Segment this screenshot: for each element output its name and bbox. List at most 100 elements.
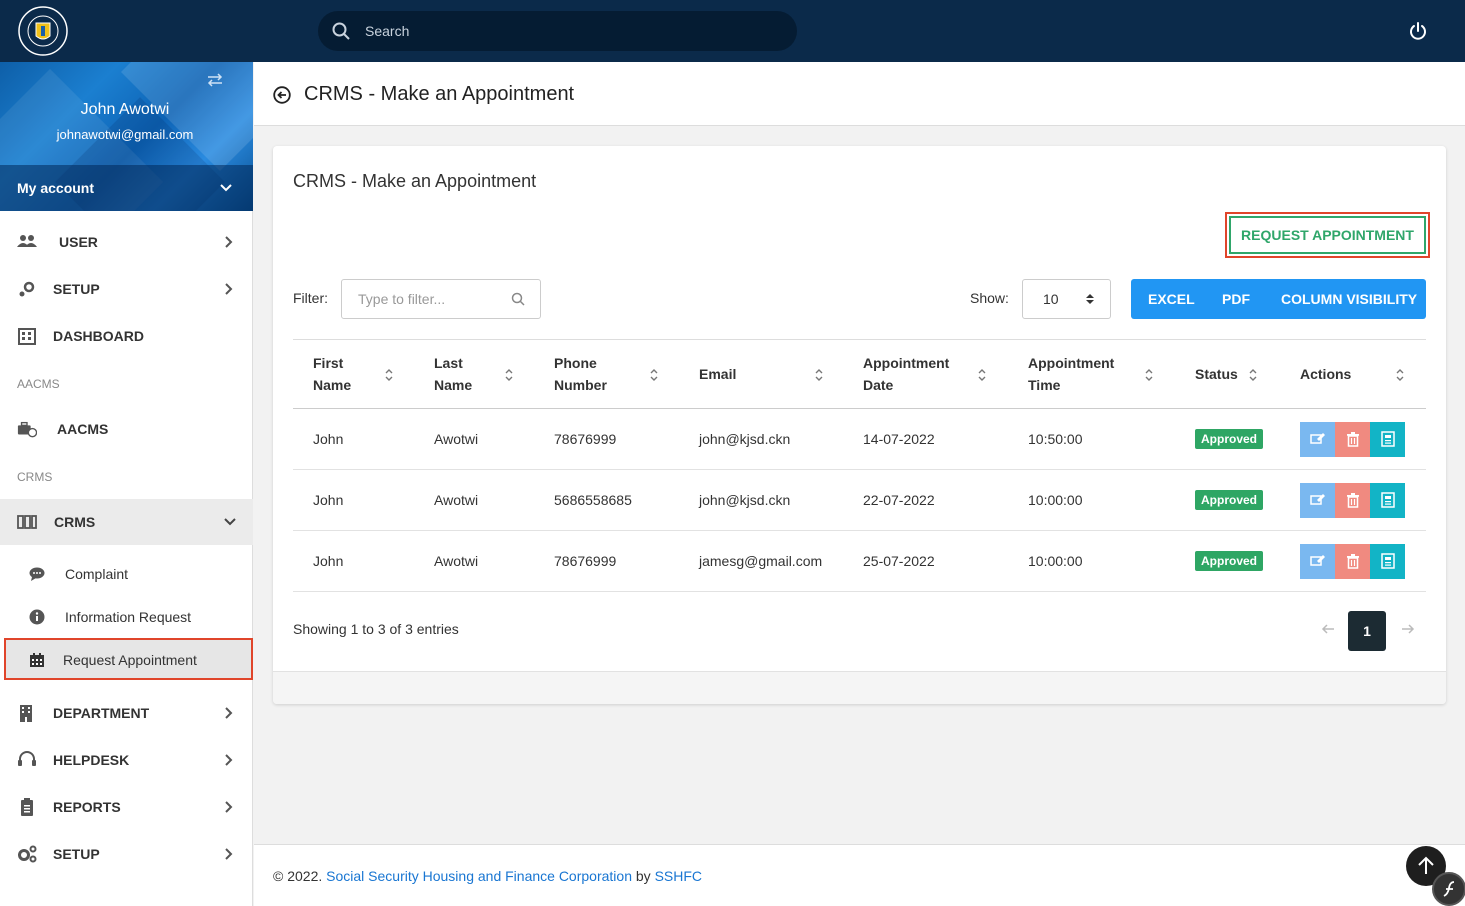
delete-button[interactable] xyxy=(1335,421,1370,457)
sidebar-sub-request-appointment[interactable]: Request Appointment xyxy=(4,638,253,680)
building-icon xyxy=(18,328,36,345)
column-header-first-name[interactable]: First Name xyxy=(293,339,414,409)
sidebar-item-helpdesk[interactable]: HELPDESK xyxy=(0,737,253,783)
header-line: Last xyxy=(434,355,463,371)
trash-icon xyxy=(1346,554,1359,569)
header-line: Appointment xyxy=(863,355,950,371)
sidebar-item-aacms[interactable]: AACMS xyxy=(0,406,253,452)
sidebar-item-label: DEPARTMENT xyxy=(53,705,150,721)
cell-first-name: John xyxy=(293,469,414,531)
sidebar-sub-label: Request Appointment xyxy=(63,652,197,668)
page-title: CRMS - Make an Appointment xyxy=(304,83,575,105)
sidebar-item-label: CRMS xyxy=(54,514,96,530)
sidebar-item-label: DASHBOARD xyxy=(53,328,144,344)
back-arrow-icon[interactable] xyxy=(273,86,291,104)
sidebar-item-dashboard[interactable]: DASHBOARD xyxy=(0,313,253,359)
cell-email: john@kjsd.ckn xyxy=(679,469,843,531)
status-badge: Approved xyxy=(1195,490,1264,510)
header-line: Appointment xyxy=(1028,355,1115,371)
table-row: John Awotwi 78676999 jamesg@gmail.com 25… xyxy=(293,530,1426,592)
brand-link[interactable]: SSHFC xyxy=(655,868,702,884)
info-icon xyxy=(29,609,45,625)
sidebar: John Awotwi johnawotwi@gmail.com My acco… xyxy=(0,62,253,906)
my-account-toggle[interactable]: My account xyxy=(0,165,253,211)
sidebar-sub-information-request[interactable]: Information Request xyxy=(0,597,253,637)
column-header-actions[interactable]: Actions xyxy=(1280,339,1426,409)
edit-icon xyxy=(1309,494,1325,505)
edit-button[interactable] xyxy=(1300,421,1335,457)
export-button-group: EXCEL PDF COLUMN VISIBILITY xyxy=(1131,279,1426,319)
trash-icon xyxy=(1346,493,1359,508)
edit-icon xyxy=(1309,555,1325,566)
cell-actions xyxy=(1280,530,1426,592)
header-line: Time xyxy=(1028,377,1061,393)
header-line: Name xyxy=(434,377,473,393)
card-title: CRMS - Make an Appointment xyxy=(293,171,537,191)
sidebar-item-user[interactable]: USER xyxy=(0,219,253,265)
appointments-card: CRMS - Make an Appointment REQUEST APPOI… xyxy=(273,146,1446,704)
calendar-icon xyxy=(30,653,44,667)
sidebar-sub-complaint[interactable]: Complaint xyxy=(0,554,253,594)
org-link[interactable]: Social Security Housing and Finance Corp… xyxy=(326,868,632,884)
logo[interactable] xyxy=(15,6,71,56)
column-header-phone-number[interactable]: Phone Number xyxy=(534,339,679,409)
copyright-prefix: © 2022. xyxy=(273,868,327,884)
sort-icon xyxy=(1145,369,1153,381)
header-line: Number xyxy=(554,377,607,393)
comment-icon xyxy=(29,567,45,581)
edit-button[interactable] xyxy=(1300,482,1335,518)
search-placeholder: Search xyxy=(365,23,410,39)
sidebar-item-reports[interactable]: REPORTS xyxy=(0,784,253,830)
header-line: Email xyxy=(699,366,737,382)
column-header-appointment-date[interactable]: Appointment Date xyxy=(843,339,1008,409)
page-button-current[interactable]: 1 xyxy=(1348,611,1386,651)
request-appointment-highlight: REQUEST APPOINTMENT xyxy=(1225,212,1430,258)
view-details-button[interactable] xyxy=(1370,482,1405,518)
page-size-value: 10 xyxy=(1043,291,1059,307)
power-icon[interactable] xyxy=(1408,21,1428,41)
sidebar-item-label: HELPDESK xyxy=(53,752,130,768)
users-icon xyxy=(17,235,37,247)
search-bar[interactable]: Search xyxy=(318,11,797,51)
edit-icon xyxy=(1309,433,1325,444)
arrow-left-icon[interactable] xyxy=(1321,623,1335,635)
cell-actions xyxy=(1280,408,1426,470)
delete-button[interactable] xyxy=(1335,543,1370,579)
edit-button[interactable] xyxy=(1300,543,1335,579)
sort-icon xyxy=(1086,294,1094,304)
request-appointment-button[interactable]: REQUEST APPOINTMENT xyxy=(1229,216,1426,254)
arrow-right-icon[interactable] xyxy=(1401,623,1415,635)
sidebar-item-department[interactable]: DEPARTMENT xyxy=(0,690,253,736)
sort-icon xyxy=(505,369,513,381)
swap-icon[interactable] xyxy=(206,72,224,88)
column-header-last-name[interactable]: Last Name xyxy=(414,339,534,409)
table-row: John Awotwi 78676999 john@kjsd.ckn 14-07… xyxy=(293,408,1426,470)
chevron-right-icon xyxy=(225,754,233,766)
column-header-email[interactable]: Email xyxy=(679,339,843,409)
sidebar-item-crms[interactable]: CRMS xyxy=(0,499,253,545)
status-badge: Approved xyxy=(1195,551,1264,571)
header-line: Name xyxy=(313,377,352,393)
header-line: Phone xyxy=(554,355,597,371)
column-header-appointment-time[interactable]: Appointment Time xyxy=(1008,339,1175,409)
sidebar-item-setup[interactable]: SETUP xyxy=(0,266,253,312)
symfony-toolbar-icon[interactable] xyxy=(1432,872,1465,906)
pdf-button[interactable]: PDF xyxy=(1222,279,1250,319)
cell-status: Approved xyxy=(1175,408,1280,470)
view-details-button[interactable] xyxy=(1370,421,1405,457)
cell-first-name: John xyxy=(293,530,414,592)
table-header-row: First Name Last Name Phone Number Email App… xyxy=(293,339,1426,409)
copyright-text: © 2022. Social Security Housing and Fina… xyxy=(273,868,702,884)
sidebar-item-setup-2[interactable]: SETUP xyxy=(0,831,253,877)
delete-button[interactable] xyxy=(1335,482,1370,518)
view-details-button[interactable] xyxy=(1370,543,1405,579)
appointments-table: First Name Last Name Phone Number Email App… xyxy=(293,339,1426,592)
chevron-right-icon xyxy=(225,236,233,248)
user-name: John Awotwi xyxy=(80,101,170,118)
document-icon xyxy=(1380,553,1395,569)
page-size-select[interactable]: 10 xyxy=(1022,279,1111,319)
column-visibility-button[interactable]: COLUMN VISIBILITY xyxy=(1281,279,1417,319)
my-account-label: My account xyxy=(17,180,95,196)
excel-button[interactable]: EXCEL xyxy=(1148,279,1195,319)
column-header-status[interactable]: Status xyxy=(1175,339,1280,409)
